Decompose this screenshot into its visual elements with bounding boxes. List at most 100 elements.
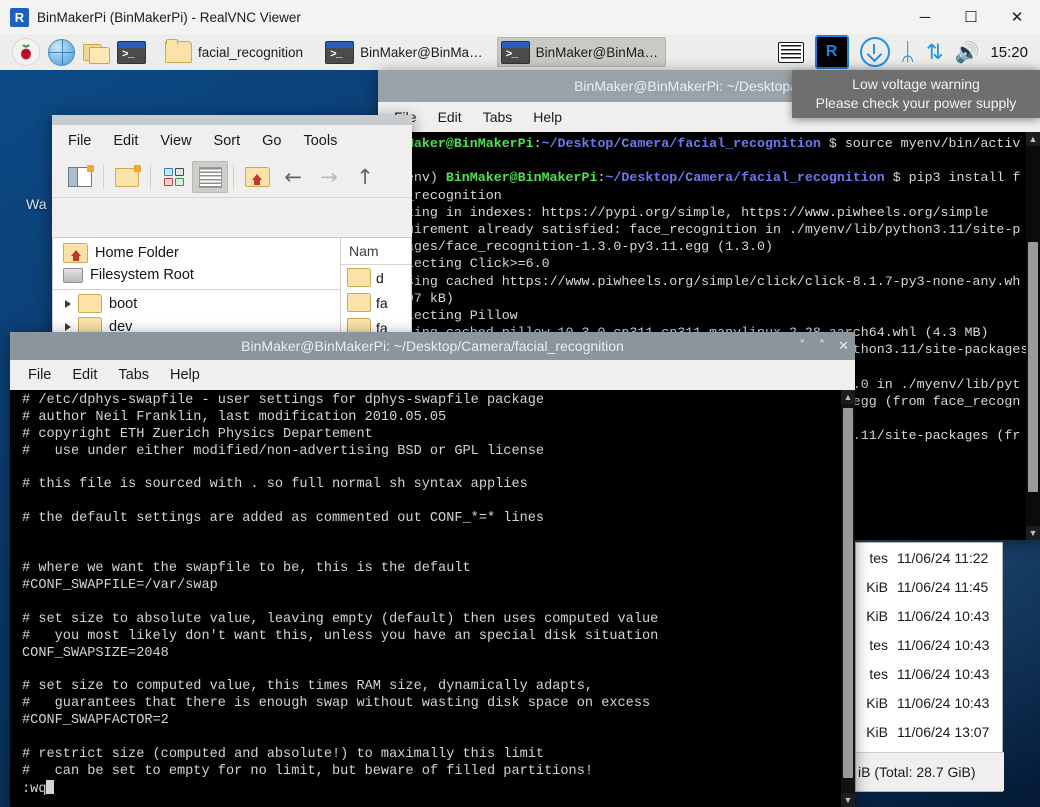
cell-date: 11/06/24 11:45	[897, 578, 989, 595]
file-list-pane[interactable]: Nam d fa fa n	[340, 237, 412, 362]
chevron-right-icon[interactable]	[65, 299, 71, 308]
web-browser-launcher[interactable]	[44, 36, 79, 68]
menu-file[interactable]: File	[28, 367, 51, 383]
desktop-icon-label: Wa	[26, 196, 47, 212]
terminal-line: Using cached https://www.piwheels.org/si…	[382, 273, 1022, 290]
table-row[interactable]: tes 11/06/24 11:22	[856, 543, 1002, 572]
toolbar-separator	[233, 165, 234, 189]
toggle-side-pane-button[interactable]	[62, 161, 98, 193]
scroll-up-icon[interactable]: ▲	[841, 390, 855, 404]
network-icon[interactable]: ⇅	[926, 41, 944, 63]
table-row[interactable]: KiB 11/06/24 10:43	[856, 688, 1002, 717]
menu-help[interactable]: Help	[170, 367, 200, 383]
terminal-span: ~/Desktop/Camera/facial_recognition	[605, 170, 885, 186]
close-icon[interactable]: ✕	[838, 340, 849, 353]
volume-icon[interactable]: 🔊	[955, 42, 980, 62]
table-row[interactable]: KiB 11/06/24 13:07	[856, 717, 1002, 746]
taskbar-window-facial-recognition[interactable]: facial_recognition	[161, 37, 311, 67]
folder-icon	[78, 294, 102, 313]
clock[interactable]: 15:20	[990, 44, 1028, 61]
terminal-line: (myenv) BinMaker@BinMakerPi:~/Desktop/Ca…	[382, 169, 1022, 186]
forward-button[interactable]: →	[311, 161, 347, 193]
vnc-titlebar[interactable]: R BinMakerPi (BinMakerPi) - RealVNC View…	[0, 0, 1040, 34]
low-voltage-notification[interactable]: Low voltage warning Please check your po…	[792, 70, 1040, 118]
close-icon[interactable]: ✕	[994, 0, 1040, 34]
status-text: iB (Total: 28.7 GiB)	[858, 764, 976, 780]
file-manager-launcher[interactable]	[79, 36, 113, 68]
table-row[interactable]: tes 11/06/24 10:43	[856, 659, 1002, 688]
menu-edit[interactable]: Edit	[113, 133, 138, 149]
maximize-icon[interactable]: ˄	[819, 340, 826, 353]
menu-help[interactable]: Help	[533, 109, 562, 125]
cell-date: 11/06/24 10:43	[897, 665, 990, 682]
place-filesystem-root[interactable]: Filesystem Root	[53, 265, 340, 285]
pi-taskbar: >_ facial_recognition >_ BinMaker@BinMa……	[0, 34, 1040, 71]
list-item[interactable]: fa	[341, 290, 411, 315]
back-button[interactable]: ←	[275, 161, 311, 193]
terminal-titlebar[interactable]: BinMaker@BinMakerPi: ~/Desktop/Camera/fa…	[10, 332, 855, 360]
place-label: Home Folder	[95, 245, 179, 261]
menu-view[interactable]: View	[160, 133, 191, 149]
minimize-icon[interactable]: ˅	[799, 340, 806, 353]
terminal-span: Looking in indexes: https://pypi.org/sim…	[382, 204, 989, 220]
list-view-button[interactable]	[192, 161, 228, 193]
taskbar-window-terminal-2[interactable]: >_ BinMaker@BinMa…	[496, 37, 667, 67]
icon-view-button[interactable]	[156, 161, 192, 193]
cell-date: 11/06/24 13:07	[897, 723, 990, 740]
places-sidebar[interactable]: Home Folder Filesystem Root boot dev	[52, 237, 340, 359]
terminal-launcher[interactable]: >_	[113, 36, 150, 68]
file-list-details-pane[interactable]: tes 11/06/24 11:22 KiB 11/06/24 11:45 KiB 11/…	[855, 542, 1004, 792]
taskbar-window-label: facial_recognition	[198, 44, 304, 60]
table-row[interactable]: KiB 11/06/24 11:45	[856, 572, 1002, 601]
toolbar-separator	[103, 165, 104, 189]
menu-file[interactable]: File	[68, 133, 91, 149]
menu-sort[interactable]: Sort	[214, 133, 241, 149]
scroll-up-icon[interactable]: ▲	[1026, 132, 1040, 146]
keyboard-icon[interactable]	[777, 41, 804, 63]
editor-line: # you most likely don't want this, unles…	[22, 628, 659, 644]
menu-tabs[interactable]: Tabs	[118, 367, 149, 383]
home-folder-icon	[244, 167, 270, 187]
scrollbar-thumb[interactable]	[843, 408, 853, 778]
home-button[interactable]	[239, 161, 275, 193]
scrollbar-thumb[interactable]	[1028, 242, 1038, 492]
download-icon[interactable]	[859, 37, 890, 67]
scroll-down-icon[interactable]: ▼	[841, 793, 855, 807]
minimize-icon[interactable]: ─	[902, 0, 948, 34]
terminal-line: Requirement already satisfied: face_reco…	[382, 221, 1022, 238]
realvnc-server-icon[interactable]: R	[814, 35, 849, 69]
file-manager-window[interactable]: File Edit View Sort Go Tools ← → ↑ Home …	[52, 115, 412, 362]
place-home-folder[interactable]: Home Folder	[53, 241, 340, 265]
taskbar-window-terminal-1[interactable]: >_ BinMaker@BinMa…	[321, 37, 491, 67]
table-row[interactable]: tes 11/06/24 10:43	[856, 630, 1002, 659]
menu-tabs[interactable]: Tabs	[483, 109, 513, 125]
table-row[interactable]: KiB 11/06/24 10:43	[856, 601, 1002, 630]
list-item[interactable]: d	[341, 265, 411, 290]
bluetooth-icon[interactable]: ᛦ	[901, 40, 915, 64]
new-folder-button[interactable]	[109, 161, 145, 193]
scroll-down-icon[interactable]: ▼	[1026, 526, 1040, 540]
up-button[interactable]: ↑	[347, 161, 383, 193]
raspberry-menu-button[interactable]	[0, 36, 44, 68]
cell-date: 11/06/24 10:43	[897, 694, 990, 711]
chevron-right-icon[interactable]	[65, 322, 71, 331]
menu-edit[interactable]: Edit	[72, 367, 97, 383]
maximize-icon[interactable]: ☐	[948, 0, 994, 34]
file-manager-titlebar[interactable]	[52, 115, 412, 125]
menu-edit[interactable]: Edit	[438, 109, 462, 125]
terminal-scrollbar[interactable]: ▲ ▼	[1026, 132, 1040, 540]
vim-command-line[interactable]: :wq	[22, 780, 841, 799]
vim-editor-output[interactable]: # /etc/dphys-swapfile - user settings fo…	[10, 390, 841, 807]
terminal-scrollbar[interactable]: ▲ ▼	[841, 390, 855, 807]
editor-line: #CONF_SWAPFILE=/var/swap	[22, 578, 218, 594]
column-header-name[interactable]: Nam	[341, 238, 411, 265]
tree-item-boot[interactable]: boot	[53, 292, 340, 315]
menu-tools[interactable]: Tools	[303, 133, 337, 149]
foreground-terminal-window[interactable]: BinMaker@BinMakerPi: ~/Desktop/Camera/fa…	[10, 332, 855, 807]
home-folder-icon	[63, 243, 88, 263]
menu-go[interactable]: Go	[262, 133, 281, 149]
cell-date: 11/06/24 11:22	[897, 549, 989, 566]
